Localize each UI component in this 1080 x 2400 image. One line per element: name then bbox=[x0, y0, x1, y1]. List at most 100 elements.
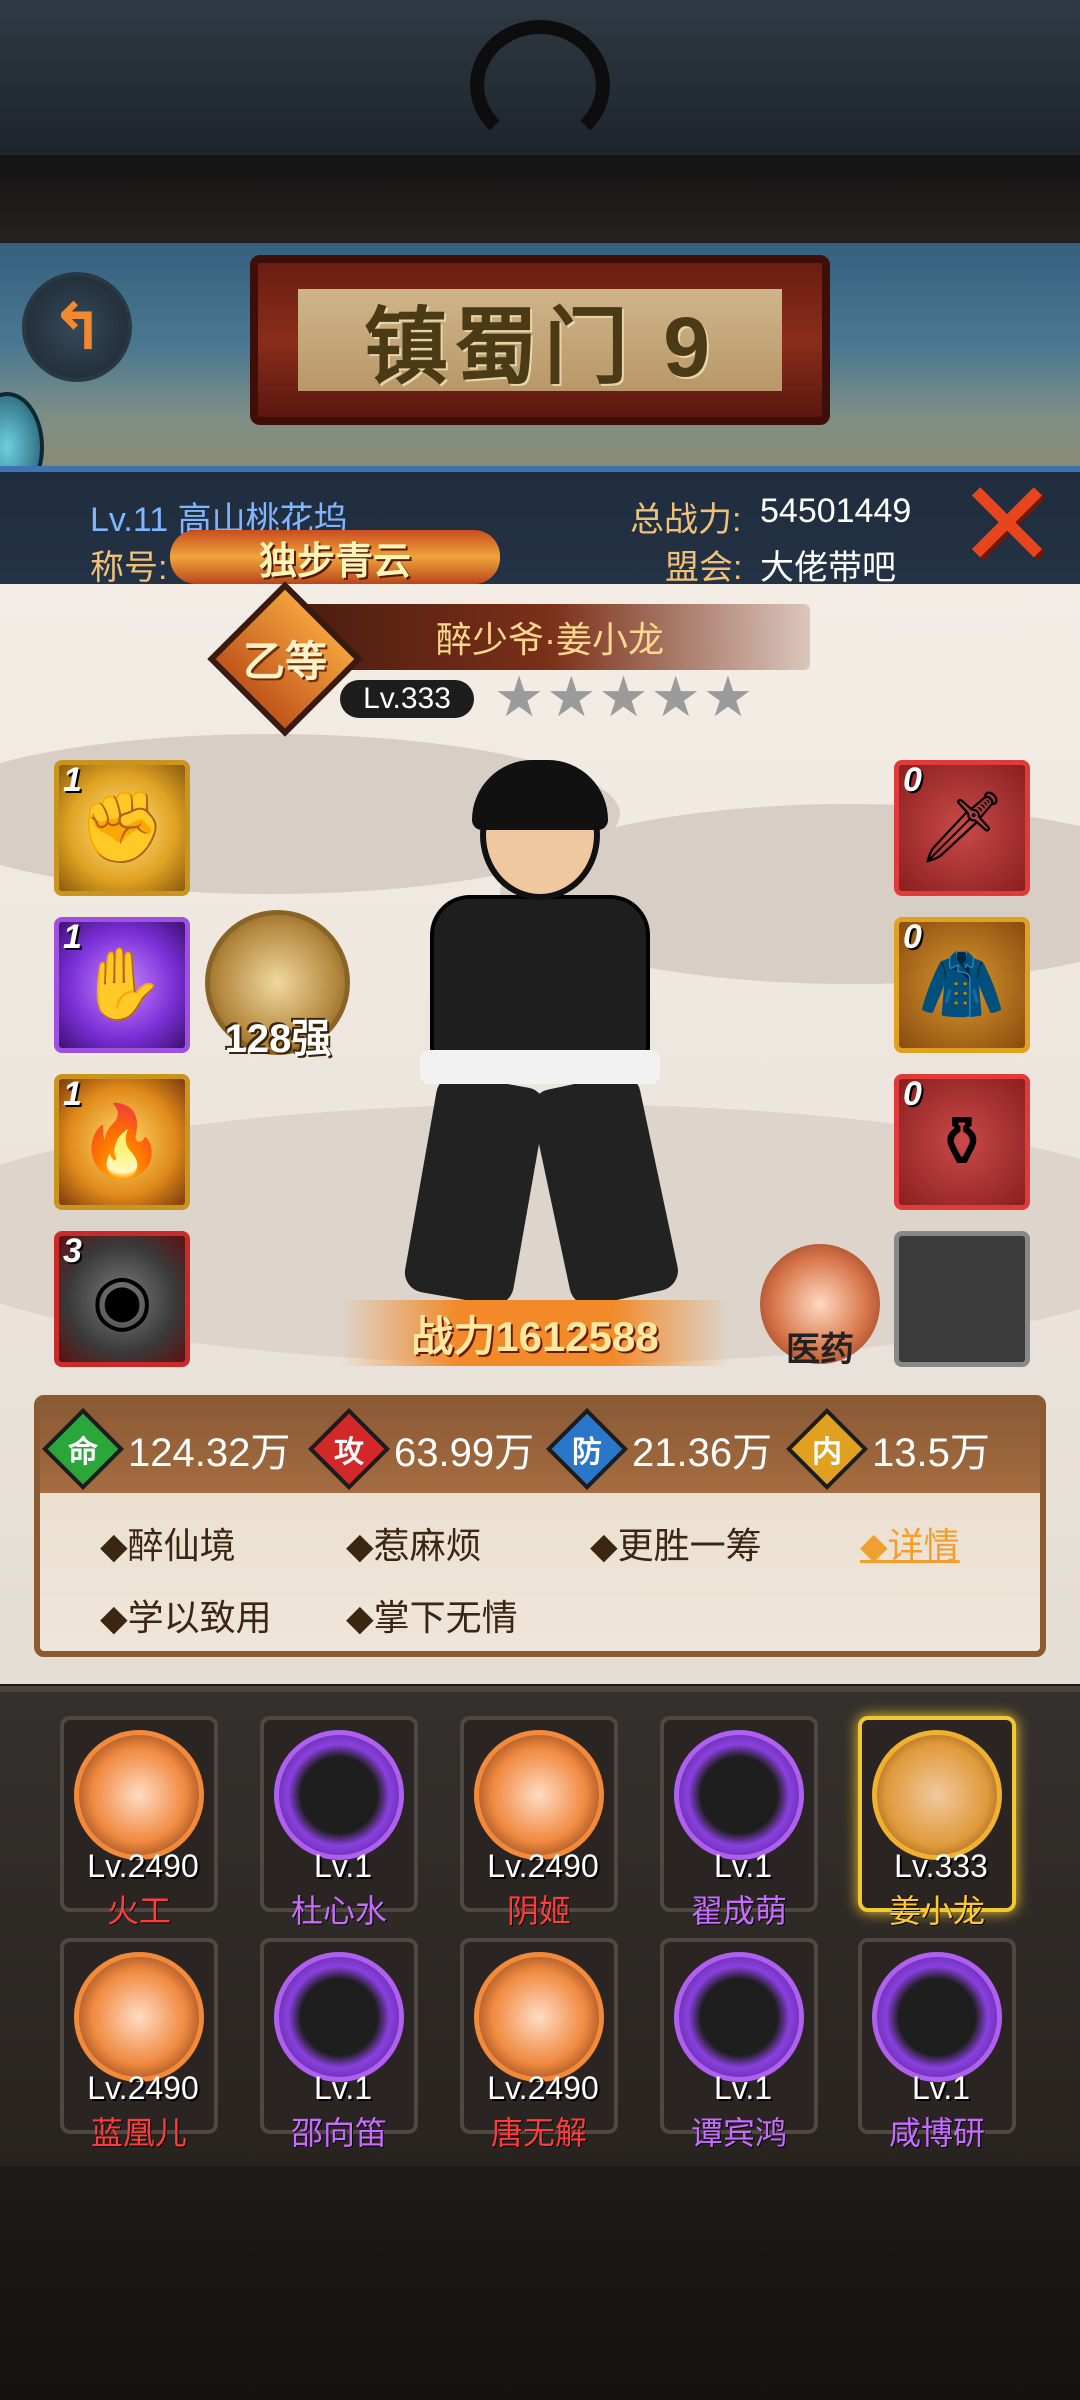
stat-attack: 攻 63.99万 bbox=[307, 1407, 534, 1491]
hero-portrait bbox=[872, 1952, 1002, 2082]
equipment-count: 0 bbox=[903, 761, 922, 799]
skill-count: 1 bbox=[63, 918, 82, 956]
close-button[interactable]: ✕ bbox=[952, 458, 1062, 592]
skill-count: 3 bbox=[63, 1232, 82, 1270]
stats-panel: 命 124.32万 攻 63.99万 防 21.36万 内 13.5万 ◆醉仙境… bbox=[34, 1395, 1046, 1657]
total-power-value: 54501449 bbox=[760, 492, 912, 530]
guild-value: 大佬带吧 bbox=[760, 549, 896, 587]
roster-hero-card-selected[interactable]: Lv.333 姜小龙 bbox=[858, 1716, 1016, 1929]
defense-icon: 防 bbox=[545, 1407, 629, 1491]
equipment-slot-empty[interactable] bbox=[894, 1231, 1030, 1367]
back-arrow-icon: ↰ bbox=[50, 290, 104, 363]
skill-slot-4[interactable]: ◉ 3 bbox=[54, 1231, 190, 1367]
enhance-label: 128强 bbox=[224, 1017, 332, 1061]
roster-hero-card[interactable]: Lv.1 咸博研 bbox=[858, 1938, 1016, 2151]
hero-portrait bbox=[872, 1730, 1002, 1860]
roster-hero-name: 火工 bbox=[106, 1893, 171, 1929]
hero-portrait bbox=[674, 1730, 804, 1860]
roster-hero-name: 阴姬 bbox=[506, 1893, 571, 1929]
roster-hero-level: Lv.1 bbox=[713, 1848, 773, 1884]
equipment-slot-amulet[interactable]: ⚱ 0 bbox=[894, 1074, 1030, 1210]
skill-slot-3[interactable]: 🔥 1 bbox=[54, 1074, 190, 1210]
stat-inner: 内 13.5万 bbox=[785, 1407, 990, 1491]
roster-hero-card[interactable]: Lv.1 杜心水 bbox=[260, 1716, 418, 1929]
roof-ornament bbox=[470, 20, 610, 150]
inner-icon: 内 bbox=[785, 1407, 869, 1491]
skill-slot-2[interactable]: ✋ 1 bbox=[54, 917, 190, 1053]
roster-hero-card[interactable]: Lv.1 翟成萌 bbox=[660, 1716, 818, 1929]
roster-hero-level: Lv.2490 bbox=[87, 2070, 199, 2106]
roster-hero-level: Lv.2490 bbox=[87, 1848, 199, 1884]
hero-portrait bbox=[274, 1952, 404, 2082]
roster-hero-name: 咸博研 bbox=[888, 2115, 985, 2151]
skill-slot-1[interactable]: ✊ 1 bbox=[54, 760, 190, 896]
stats-header: 命 124.32万 攻 63.99万 防 21.36万 内 13.5万 bbox=[40, 1401, 1040, 1493]
total-power-label: 总战力: bbox=[630, 501, 742, 539]
equipment-count: 0 bbox=[903, 918, 922, 956]
hero-leg bbox=[528, 1070, 682, 1310]
roster-hero-level: Lv.1 bbox=[313, 2070, 373, 2106]
details-link[interactable]: ◆详情 bbox=[860, 1517, 960, 1569]
star-icon: ★ bbox=[598, 665, 651, 728]
roster-hero-level: Lv.2490 bbox=[487, 2070, 599, 2106]
hero-roster: Lv.2490 火工 Lv.1 杜心水 Lv.2490 阴姬 Lv.1 翟成萌 … bbox=[0, 1686, 1080, 2166]
location-sign-title: 镇蜀门 9 bbox=[298, 289, 782, 394]
hero-leg bbox=[401, 1072, 549, 1308]
stat-value: 124.32万 bbox=[128, 1431, 291, 1475]
title-label: 称号: bbox=[90, 549, 168, 587]
trait-item[interactable]: ◆掌下无情 bbox=[346, 1589, 518, 1641]
roster-hero-card[interactable]: Lv.2490 蓝凰儿 bbox=[60, 1938, 218, 2151]
back-button[interactable]: ↰ bbox=[22, 272, 132, 382]
roster-hero-name: 唐无解 bbox=[490, 2115, 587, 2151]
trait-item[interactable]: ◆醉仙境 bbox=[100, 1517, 236, 1569]
roster-hero-card[interactable]: Lv.2490 阴姬 bbox=[460, 1716, 618, 1929]
roster-hero-level: Lv.1 bbox=[911, 2070, 971, 2106]
roster-hero-level: Lv.1 bbox=[713, 2070, 773, 2106]
star-icon: ★ bbox=[650, 665, 703, 728]
roof-beam bbox=[0, 155, 1080, 243]
stat-value: 21.36万 bbox=[632, 1431, 773, 1475]
stat-life: 命 124.32万 bbox=[41, 1407, 291, 1491]
roster-hero-level: Lv.1 bbox=[313, 1848, 373, 1884]
roster-hero-card[interactable]: Lv.2490 唐无解 bbox=[460, 1938, 618, 2151]
star-icon: ★ bbox=[702, 665, 756, 728]
skill-count: 1 bbox=[63, 1075, 82, 1113]
roster-hero-name: 姜小龙 bbox=[888, 1893, 985, 1929]
roster-hero-card[interactable]: Lv.1 谭宾鸿 bbox=[660, 1938, 818, 2151]
title-badge: 独步青云 bbox=[170, 530, 500, 584]
hero-belt bbox=[420, 1050, 660, 1084]
trait-item[interactable]: ◆更胜一筹 bbox=[590, 1517, 762, 1569]
star-icon: ★ bbox=[546, 665, 599, 728]
hero-name: 醉少爷·姜小龙 bbox=[290, 604, 810, 670]
roster-hero-name: 杜心水 bbox=[290, 1893, 387, 1929]
location-sign: 镇蜀门 9 bbox=[250, 255, 830, 425]
skill-count: 1 bbox=[63, 761, 82, 799]
equipment-slot-armor[interactable]: 🧥 0 bbox=[894, 917, 1030, 1053]
hero-portrait bbox=[474, 1952, 604, 2082]
hero-portrait bbox=[74, 1730, 204, 1860]
life-icon: 命 bbox=[41, 1407, 125, 1491]
trait-item[interactable]: ◆学以致用 bbox=[100, 1589, 272, 1641]
hero-power-banner: 战力1612588 bbox=[340, 1300, 730, 1366]
hero-portrait bbox=[274, 1730, 404, 1860]
stat-defense: 防 21.36万 bbox=[545, 1407, 773, 1491]
hero-character bbox=[360, 760, 720, 1320]
bottom-background bbox=[0, 2166, 1080, 2400]
roster-hero-card[interactable]: Lv.1 邵向笛 bbox=[260, 1938, 418, 2151]
star-rating: ★★★★★ bbox=[494, 664, 755, 730]
close-icon: ✕ bbox=[956, 457, 1058, 592]
hero-hair bbox=[472, 760, 608, 830]
roster-hero-name: 邵向笛 bbox=[290, 2115, 387, 2151]
hero-portrait bbox=[474, 1730, 604, 1860]
trait-item[interactable]: ◆惹麻烦 bbox=[346, 1517, 482, 1569]
player-info-bar: Lv.11 高山桃花坞 称号: 独步青云 总战力: 54501449 盟会: 大… bbox=[0, 466, 1080, 587]
equipment-count: 0 bbox=[903, 1075, 922, 1113]
equipment-slot-weapon[interactable]: 🗡 0 bbox=[894, 760, 1030, 896]
roster-hero-level: Lv.333 bbox=[894, 1848, 988, 1884]
medicine-label: 医药 bbox=[786, 1331, 854, 1369]
roster-hero-card[interactable]: Lv.2490 火工 bbox=[60, 1716, 218, 1929]
star-icon: ★ bbox=[494, 665, 547, 728]
roster-hero-name: 蓝凰儿 bbox=[90, 2115, 187, 2151]
empty-slot-icon bbox=[899, 1236, 1025, 1362]
roster-hero-name: 谭宾鸿 bbox=[690, 2115, 787, 2151]
